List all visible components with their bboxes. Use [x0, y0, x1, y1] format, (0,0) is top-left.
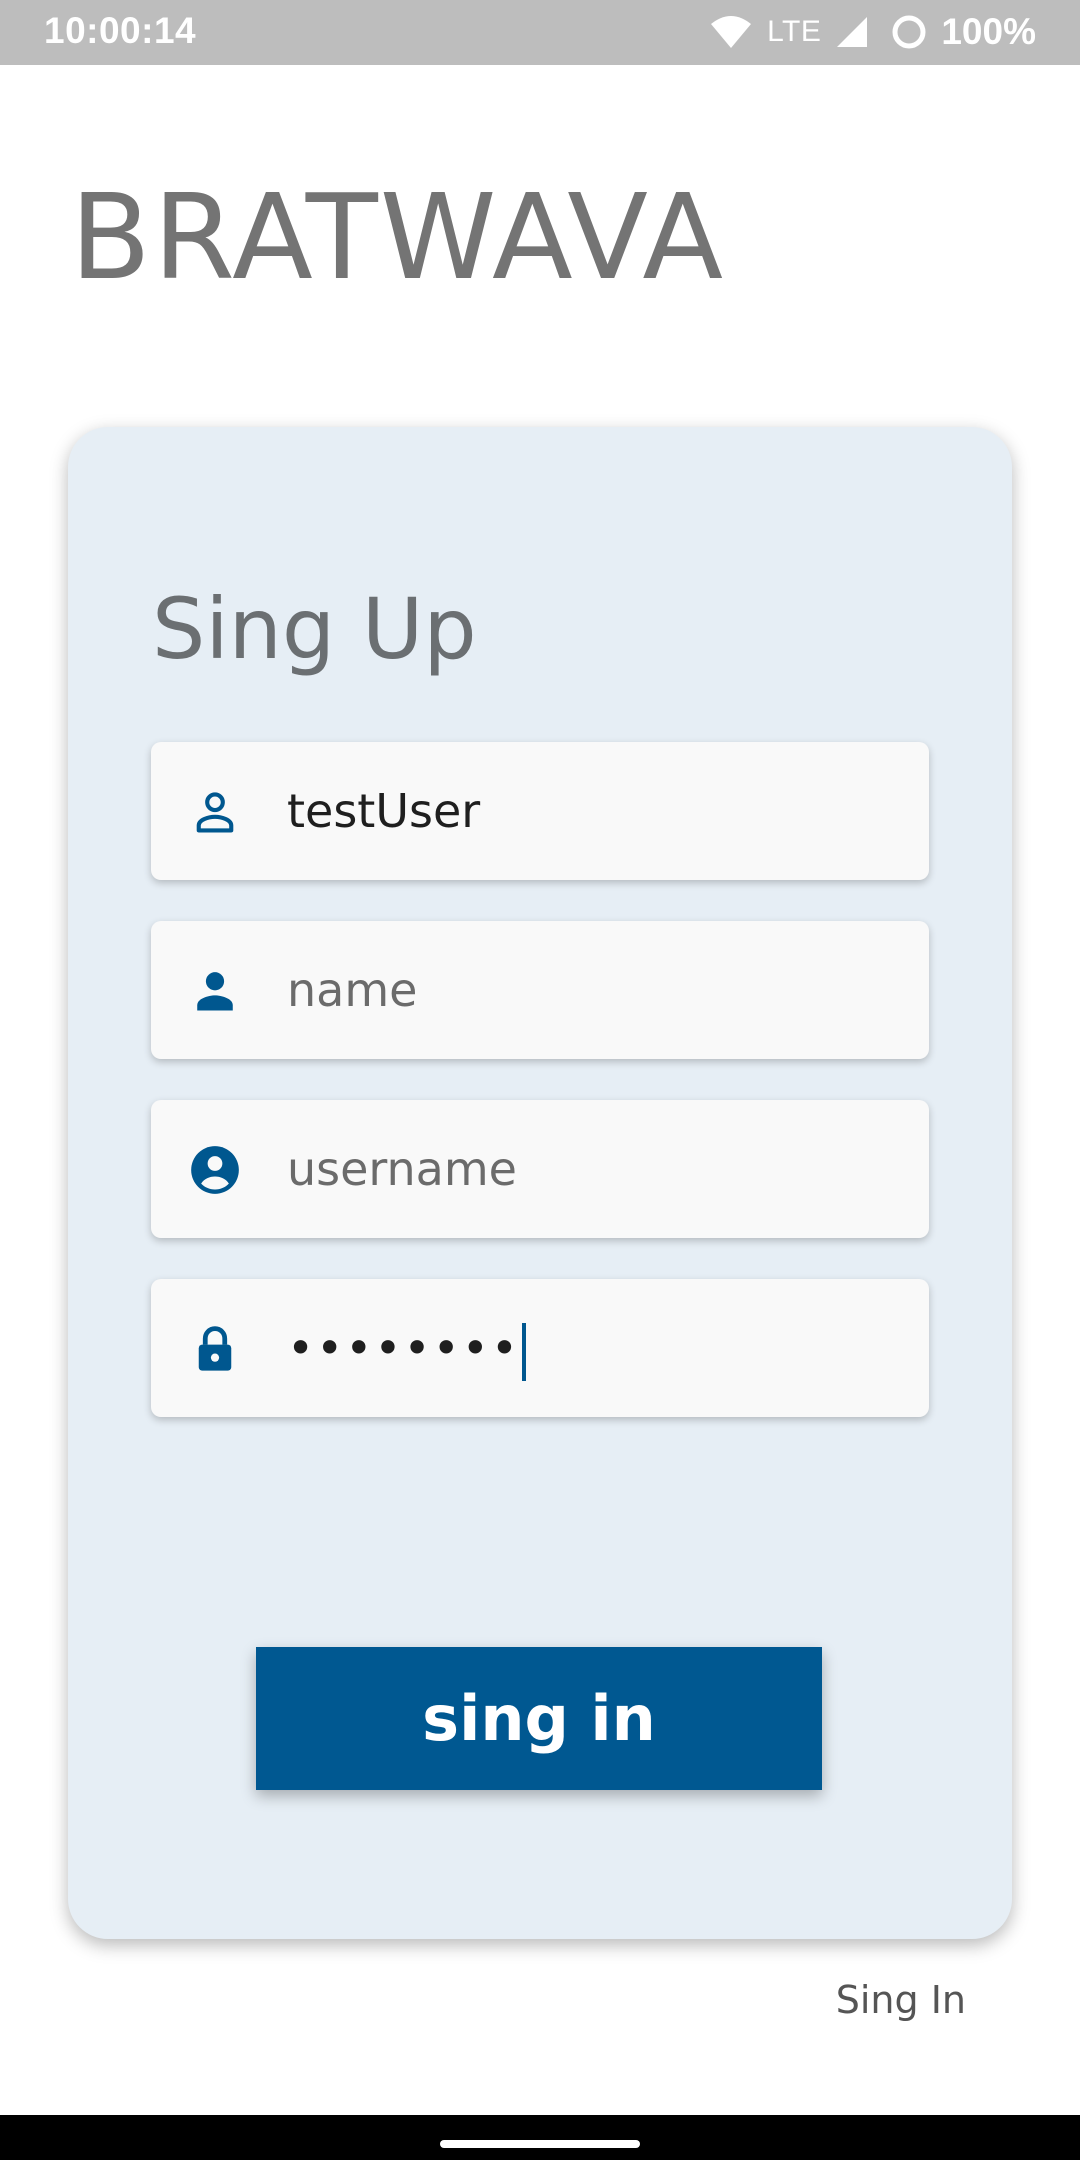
- cellular-signal-icon: [835, 15, 869, 49]
- user-field[interactable]: testUser: [151, 742, 929, 880]
- name-field-placeholder: name: [287, 963, 418, 1017]
- lock-icon: [189, 1323, 241, 1375]
- person-icon: [189, 965, 241, 1017]
- status-bar: 10:00:14 LTE 100%: [0, 0, 1080, 65]
- name-field[interactable]: name: [151, 921, 929, 1059]
- password-dots: ••••••••: [287, 1321, 521, 1375]
- text-cursor: [522, 1322, 527, 1381]
- user-field-value: testUser: [287, 784, 481, 838]
- account-circle-icon: [189, 1144, 241, 1196]
- app-title: BRATWAVA: [70, 168, 726, 306]
- form-title: Sing Up: [152, 580, 477, 678]
- wifi-icon: [709, 14, 753, 50]
- status-time: 10:00:14: [44, 10, 197, 51]
- network-type: LTE: [767, 15, 822, 48]
- status-icons: LTE 100%: [709, 8, 1036, 56]
- battery-level: 100%: [941, 11, 1036, 52]
- username-field-placeholder: username: [287, 1142, 517, 1196]
- password-field[interactable]: ••••••••: [151, 1279, 929, 1417]
- person-outline-icon: [189, 786, 241, 838]
- battery-circle-icon: [891, 14, 927, 50]
- username-field[interactable]: username: [151, 1100, 929, 1238]
- navigation-bar: [0, 2115, 1080, 2160]
- sing-in-button[interactable]: sing in: [256, 1647, 822, 1790]
- password-field-value: ••••••••: [287, 1279, 527, 1417]
- sing-in-link[interactable]: Sing In: [836, 1978, 966, 2022]
- signup-card: Sing Up testUser name username •••••••• …: [68, 427, 1012, 1939]
- home-gesture-handle[interactable]: [440, 2140, 640, 2148]
